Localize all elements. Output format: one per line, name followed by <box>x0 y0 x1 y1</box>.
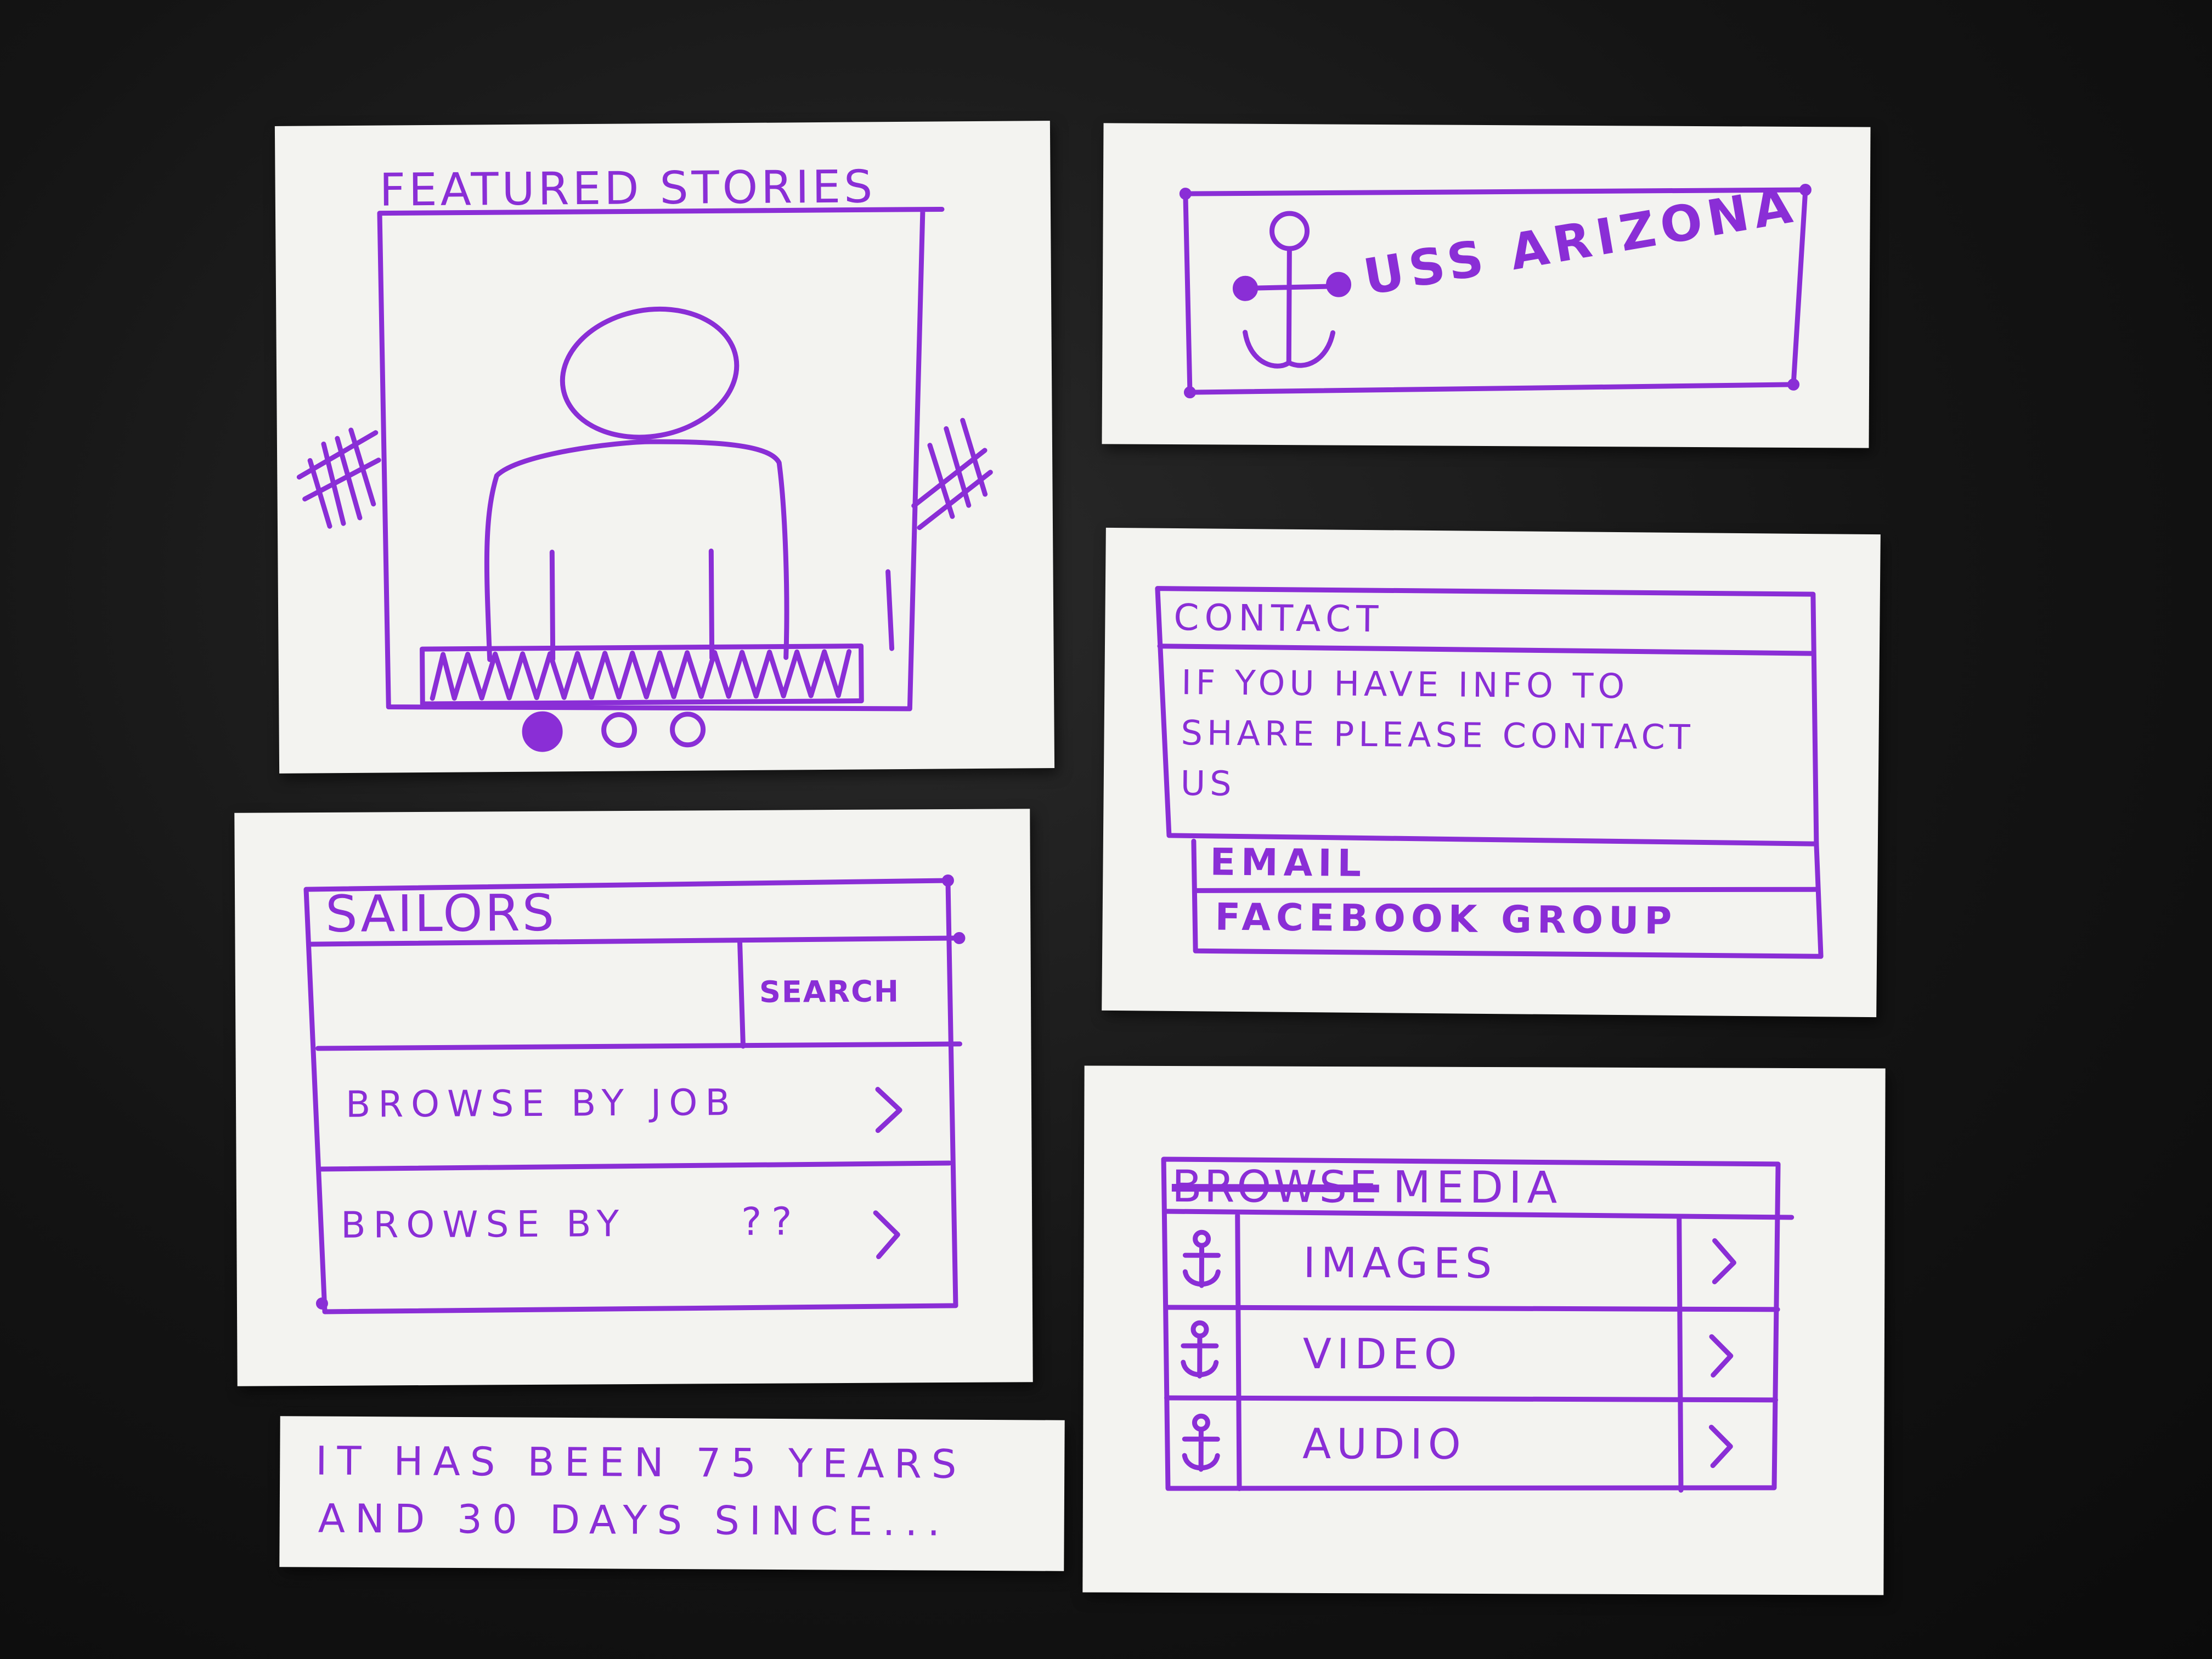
featured-stories-card: FEATURED STORIES <box>274 121 1055 774</box>
header-banner-card: USS ARIZONA <box>1102 123 1871 448</box>
carousel-next-arrow[interactable] <box>911 417 993 531</box>
contact-header: CONTACT <box>1173 596 1384 641</box>
carousel-dot[interactable] <box>601 712 637 748</box>
media-row-audio[interactable]: AUDIO <box>1242 1402 1676 1486</box>
media-card: BROWSE MEDIA IMAGES VIDEO AUDIO <box>1082 1065 1886 1595</box>
media-row-label: AUDIO <box>1302 1419 1466 1469</box>
browse-by-other-row[interactable]: BROWSE BY ?? <box>319 1171 950 1301</box>
media-row-label: VIDEO <box>1302 1329 1463 1379</box>
browse-by-other-placeholder: ?? <box>741 1199 802 1244</box>
contact-message-line: IF YOU HAVE INFO TO <box>1181 662 1629 707</box>
browse-by-job-row[interactable]: BROWSE BY JOB <box>318 1051 950 1164</box>
person-body-sketch <box>484 439 789 662</box>
media-title-struck: BROWSE <box>1171 1161 1379 1213</box>
media-title: BROWSE MEDIA <box>1172 1161 1563 1213</box>
anchor-icon <box>1232 211 1352 369</box>
person-head-sketch <box>560 306 740 440</box>
featured-stories-sketch <box>296 206 993 712</box>
sailor-search-input[interactable] <box>317 947 737 1045</box>
browse-by-other-label: BROWSE BY <box>341 1203 627 1246</box>
anchor-icon <box>1181 1320 1219 1379</box>
carousel-dot-active[interactable] <box>522 711 563 752</box>
chevron-right-icon <box>1708 1424 1733 1468</box>
media-row-video[interactable]: VIDEO <box>1243 1312 1677 1396</box>
counter-line-1: IT HAS BEEN 75 YEARS <box>315 1437 967 1487</box>
carousel-dot[interactable] <box>670 712 706 748</box>
carousel-prev-arrow[interactable] <box>296 427 381 529</box>
counter-line-2: AND 30 DAYS SINCE... <box>318 1495 950 1545</box>
search-button[interactable]: SEARCH <box>759 974 900 1009</box>
facebook-group-link[interactable]: FACEBOOK GROUP <box>1215 896 1677 943</box>
media-row-label: IMAGES <box>1303 1238 1498 1288</box>
contact-message: IF YOU HAVE INFO TO SHARE PLEASE CONTACT… <box>1180 662 1695 805</box>
contact-message-line: US <box>1180 763 1236 804</box>
carousel-dots <box>520 711 740 752</box>
media-title-text: MEDIA <box>1392 1161 1563 1214</box>
contact-card: CONTACT IF YOU HAVE INFO TO SHARE PLEASE… <box>1102 527 1881 1018</box>
media-row-images[interactable]: IMAGES <box>1243 1220 1677 1304</box>
sailors-title: SAILORS <box>325 883 557 944</box>
browse-by-job-label: BROWSE BY JOB <box>345 1081 738 1126</box>
email-link[interactable]: EMAIL <box>1210 841 1367 885</box>
featured-stories-title: FEATURED STORIES <box>379 161 876 217</box>
anchor-icon <box>1182 1229 1221 1288</box>
anchor-icon <box>1182 1413 1220 1472</box>
chevron-right-icon <box>1709 1334 1734 1378</box>
counter-card: IT HAS BEEN 75 YEARS AND 30 DAYS SINCE..… <box>279 1416 1065 1571</box>
contact-message-line: SHARE PLEASE CONTACT <box>1181 713 1695 758</box>
chevron-right-icon <box>1712 1238 1736 1284</box>
sailors-card: SAILORS SEARCH BROWSE BY JOB BROWSE BY ?… <box>234 809 1033 1386</box>
